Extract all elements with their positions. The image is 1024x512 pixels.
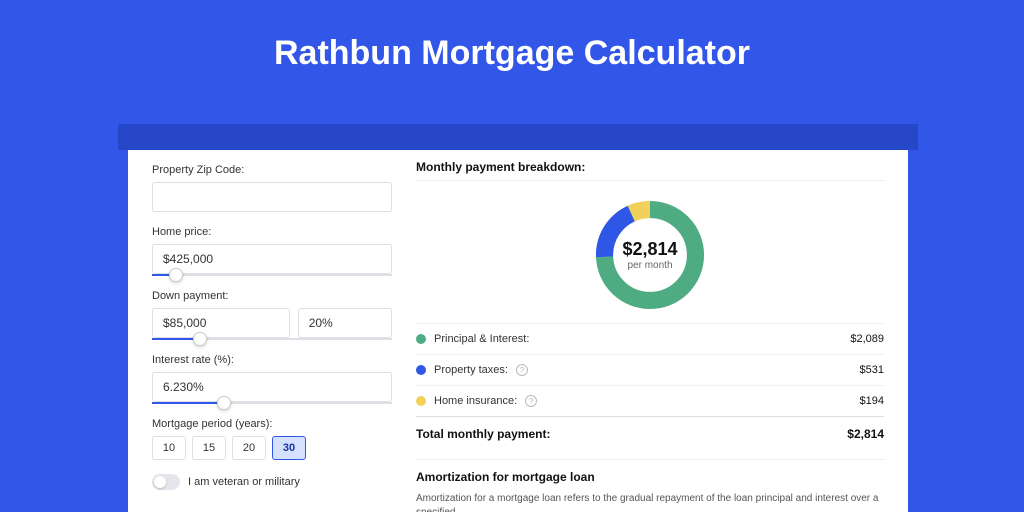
period-btn-30[interactable]: 30 xyxy=(272,436,306,460)
down-payment-field-group: Down payment: xyxy=(152,290,392,340)
help-icon[interactable]: ? xyxy=(525,395,537,407)
donut-chart: $2,814 per month xyxy=(590,195,710,315)
breakdown-item-label: Principal & Interest: xyxy=(434,333,529,345)
total-value: $2,814 xyxy=(847,427,884,441)
breakdown-column: Monthly payment breakdown: $2,814 per mo… xyxy=(416,160,884,512)
home-price-slider-thumb[interactable] xyxy=(169,268,183,282)
interest-slider[interactable] xyxy=(152,402,392,404)
donut-center: $2,814 per month xyxy=(590,195,710,315)
legend-dot xyxy=(416,365,426,375)
home-price-label: Home price: xyxy=(152,226,392,238)
breakdown-title: Monthly payment breakdown: xyxy=(416,160,884,181)
breakdown-item-0: Principal & Interest: $2,089 xyxy=(416,323,884,354)
breakdown-line-items: Principal & Interest: $2,089 Property taxe… xyxy=(416,323,884,416)
breakdown-item-2: Home insurance:? $194 xyxy=(416,385,884,416)
page-title: Rathbun Mortgage Calculator xyxy=(0,0,1024,73)
period-button-row: 10152030 xyxy=(152,436,392,460)
down-payment-slider-thumb[interactable] xyxy=(193,332,207,346)
form-column: Property Zip Code: Home price: Down paym… xyxy=(152,164,392,490)
breakdown-item-label: Property taxes: xyxy=(434,364,508,376)
period-btn-20[interactable]: 20 xyxy=(232,436,266,460)
interest-slider-thumb[interactable] xyxy=(217,396,231,410)
period-label: Mortgage period (years): xyxy=(152,418,392,430)
interest-input[interactable] xyxy=(152,372,392,402)
amortization-text: Amortization for a mortgage loan refers … xyxy=(416,492,884,512)
breakdown-item-value: $194 xyxy=(860,395,884,407)
home-price-input[interactable] xyxy=(152,244,392,274)
interest-label: Interest rate (%): xyxy=(152,354,392,366)
period-btn-10[interactable]: 10 xyxy=(152,436,186,460)
down-payment-amount-input[interactable] xyxy=(152,308,290,338)
breakdown-item-value: $531 xyxy=(860,364,884,376)
period-field-group: Mortgage period (years): 10152030 xyxy=(152,418,392,460)
down-payment-label: Down payment: xyxy=(152,290,392,302)
home-price-field-group: Home price: xyxy=(152,226,392,276)
help-icon[interactable]: ? xyxy=(516,364,528,376)
zip-label: Property Zip Code: xyxy=(152,164,392,176)
legend-dot xyxy=(416,334,426,344)
donut-amount: $2,814 xyxy=(622,239,677,260)
veteran-toggle-knob xyxy=(154,476,166,488)
amortization-title: Amortization for mortgage loan xyxy=(416,459,884,484)
breakdown-item-value: $2,089 xyxy=(850,333,884,345)
donut-sub: per month xyxy=(627,260,672,271)
down-payment-percent-input[interactable] xyxy=(298,308,392,338)
zip-field-group: Property Zip Code: xyxy=(152,164,392,212)
page-root: Rathbun Mortgage Calculator Property Zip… xyxy=(0,0,1024,512)
total-row: Total monthly payment: $2,814 xyxy=(416,416,884,451)
panel-shadow xyxy=(118,124,918,150)
legend-dot xyxy=(416,396,426,406)
veteran-toggle-row: I am veteran or military xyxy=(152,474,392,490)
veteran-label: I am veteran or military xyxy=(188,476,300,488)
period-btn-15[interactable]: 15 xyxy=(192,436,226,460)
breakdown-item-label: Home insurance: xyxy=(434,395,517,407)
calculator-panel: Property Zip Code: Home price: Down paym… xyxy=(128,150,908,512)
home-price-slider[interactable] xyxy=(152,274,392,276)
donut-chart-wrap: $2,814 per month xyxy=(416,187,884,323)
veteran-toggle[interactable] xyxy=(152,474,180,490)
breakdown-item-1: Property taxes:? $531 xyxy=(416,354,884,385)
total-label: Total monthly payment: xyxy=(416,427,550,441)
interest-field-group: Interest rate (%): xyxy=(152,354,392,404)
down-payment-slider[interactable] xyxy=(152,338,392,340)
zip-input[interactable] xyxy=(152,182,392,212)
